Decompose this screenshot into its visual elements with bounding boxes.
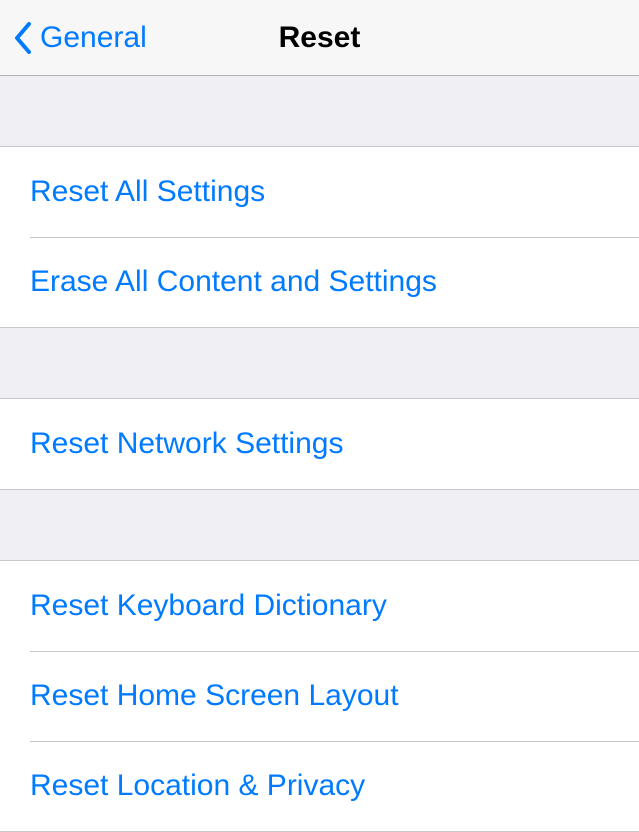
reset-location-privacy-row[interactable]: Reset Location & Privacy — [0, 741, 639, 831]
back-button[interactable]: General — [12, 20, 147, 56]
back-label: General — [40, 21, 147, 55]
row-label: Reset Home Screen Layout — [30, 679, 399, 713]
section-gap — [0, 490, 639, 560]
chevron-left-icon — [12, 20, 34, 56]
page-title: Reset — [279, 21, 361, 55]
section-other-resets: Reset Keyboard Dictionary Reset Home Scr… — [0, 560, 639, 832]
row-label: Reset All Settings — [30, 175, 265, 209]
row-label: Reset Network Settings — [30, 427, 343, 461]
reset-network-settings-row[interactable]: Reset Network Settings — [0, 399, 639, 489]
reset-home-screen-layout-row[interactable]: Reset Home Screen Layout — [0, 651, 639, 741]
reset-keyboard-dictionary-row[interactable]: Reset Keyboard Dictionary — [0, 561, 639, 651]
erase-all-content-row[interactable]: Erase All Content and Settings — [0, 237, 639, 327]
reset-all-settings-row[interactable]: Reset All Settings — [0, 147, 639, 237]
section-reset: Reset All Settings Erase All Content and… — [0, 146, 639, 328]
row-label: Reset Keyboard Dictionary — [30, 589, 387, 623]
section-network: Reset Network Settings — [0, 398, 639, 490]
section-gap — [0, 76, 639, 146]
row-label: Erase All Content and Settings — [30, 265, 437, 299]
row-label: Reset Location & Privacy — [30, 769, 365, 803]
section-gap — [0, 328, 639, 398]
nav-bar: General Reset — [0, 0, 639, 76]
